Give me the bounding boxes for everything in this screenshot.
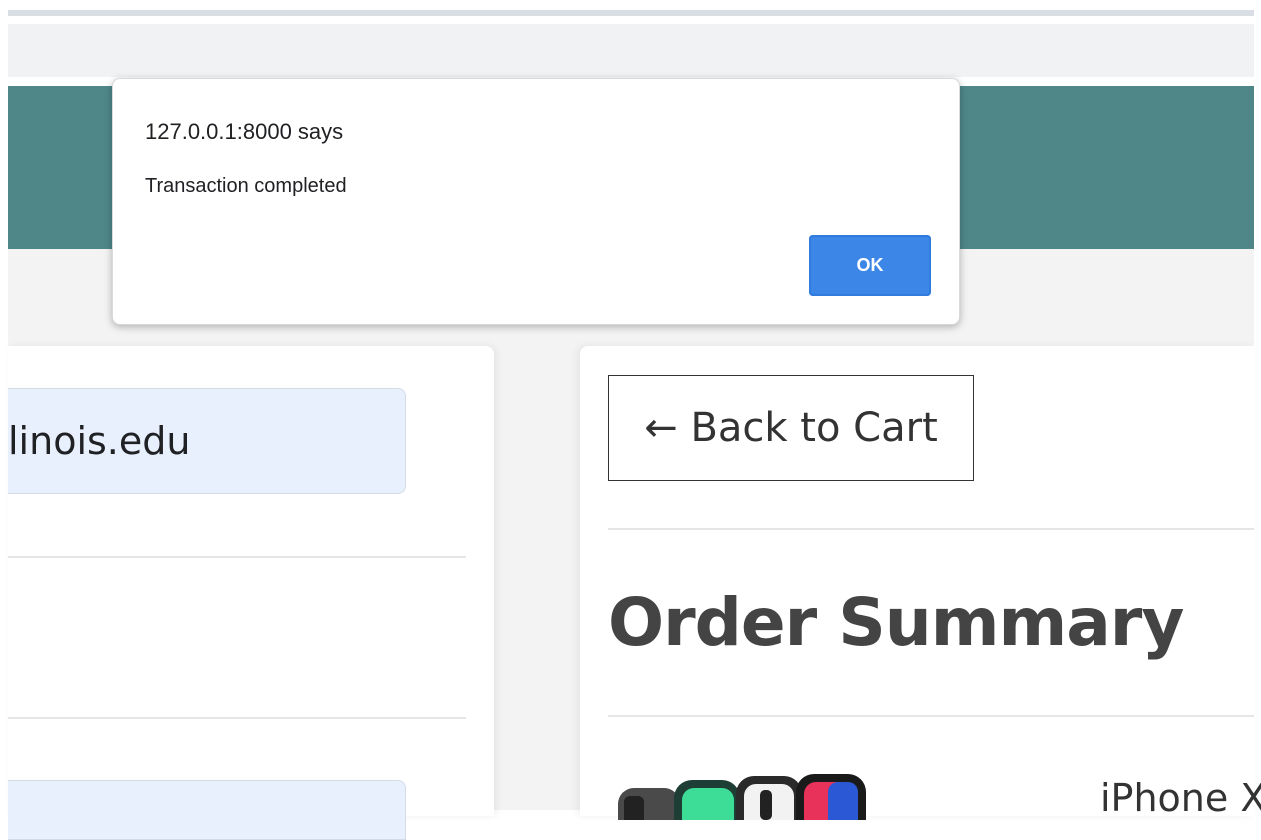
page-header-band bbox=[8, 24, 1254, 77]
form-input-field[interactable] bbox=[8, 780, 406, 840]
browser-top-line bbox=[8, 10, 1254, 16]
ok-button[interactable]: OK bbox=[809, 235, 931, 296]
summary-divider bbox=[608, 528, 1254, 530]
email-field[interactable]: linois.edu bbox=[8, 388, 406, 494]
alert-origin-text: 127.0.0.1:8000 says bbox=[145, 119, 344, 144]
back-to-cart-button[interactable]: ← Back to Cart bbox=[608, 375, 974, 481]
product-image bbox=[618, 774, 866, 820]
checkout-form-panel: linois.edu bbox=[8, 346, 494, 840]
product-name: iPhone X bbox=[1100, 776, 1261, 820]
form-divider bbox=[8, 556, 466, 558]
order-summary-title: Order Summary bbox=[608, 584, 1184, 661]
alert-message: Transaction completed bbox=[145, 175, 347, 197]
summary-divider bbox=[608, 715, 1254, 717]
order-summary-panel: ← Back to Cart Order Summary iPhone X bbox=[580, 346, 1261, 820]
form-divider bbox=[8, 717, 466, 719]
alert-dialog: 127.0.0.1:8000 says Transaction complete… bbox=[112, 78, 960, 325]
